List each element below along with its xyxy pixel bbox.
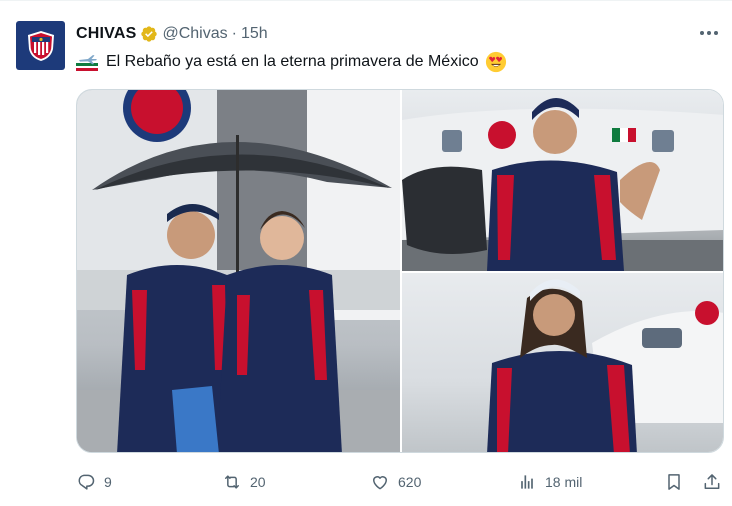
tweet-text: El Rebaño ya está en la eterna primavera…: [106, 53, 479, 70]
heart-eyes-icon: [485, 51, 506, 73]
separator-dot: ·: [231, 25, 237, 42]
like-count: 620: [398, 474, 422, 490]
repost-count: 20: [250, 474, 266, 490]
bookmark-icon: [668, 474, 680, 490]
share-icon: [704, 474, 720, 489]
reply-count: 9: [104, 474, 112, 490]
display-name[interactable]: CHIVAS: [76, 25, 136, 43]
airplane-arrival-icon: [76, 55, 98, 71]
media-grid: [76, 89, 724, 453]
photo-player-with-bag[interactable]: [402, 90, 723, 271]
repost-icon: [225, 475, 239, 489]
reply-icon: [78, 474, 95, 490]
more-options-icon[interactable]: [698, 23, 720, 43]
repost-button[interactable]: 20: [222, 467, 266, 497]
verified-badge-icon[interactable]: [140, 25, 158, 43]
bookmark-button[interactable]: [664, 467, 684, 497]
avatar[interactable]: [16, 21, 65, 70]
views-button[interactable]: 18 mil: [517, 467, 582, 497]
action-bar: 9 20 620 18 mil: [76, 467, 724, 497]
reply-button[interactable]: 9: [76, 467, 112, 497]
like-button[interactable]: 620: [370, 467, 421, 497]
views-count: 18 mil: [545, 474, 583, 490]
share-button[interactable]: [702, 467, 722, 497]
timestamp[interactable]: 15h: [241, 25, 268, 43]
tweet-header: CHIVAS @Chivas · 15h: [76, 23, 268, 45]
photo-players-under-umbrella[interactable]: [77, 90, 400, 452]
tweet-card[interactable]: CHIVAS @Chivas · 15h El Rebaño ya está e…: [0, 0, 732, 506]
photo-player-long-hair[interactable]: [402, 273, 723, 452]
tweet-text-row: El Rebaño ya está en la eterna primavera…: [76, 49, 507, 75]
user-handle[interactable]: @Chivas: [162, 25, 227, 43]
heart-icon: [373, 476, 387, 490]
chivas-crest-icon: [27, 30, 54, 61]
views-chart-icon: [521, 475, 533, 489]
